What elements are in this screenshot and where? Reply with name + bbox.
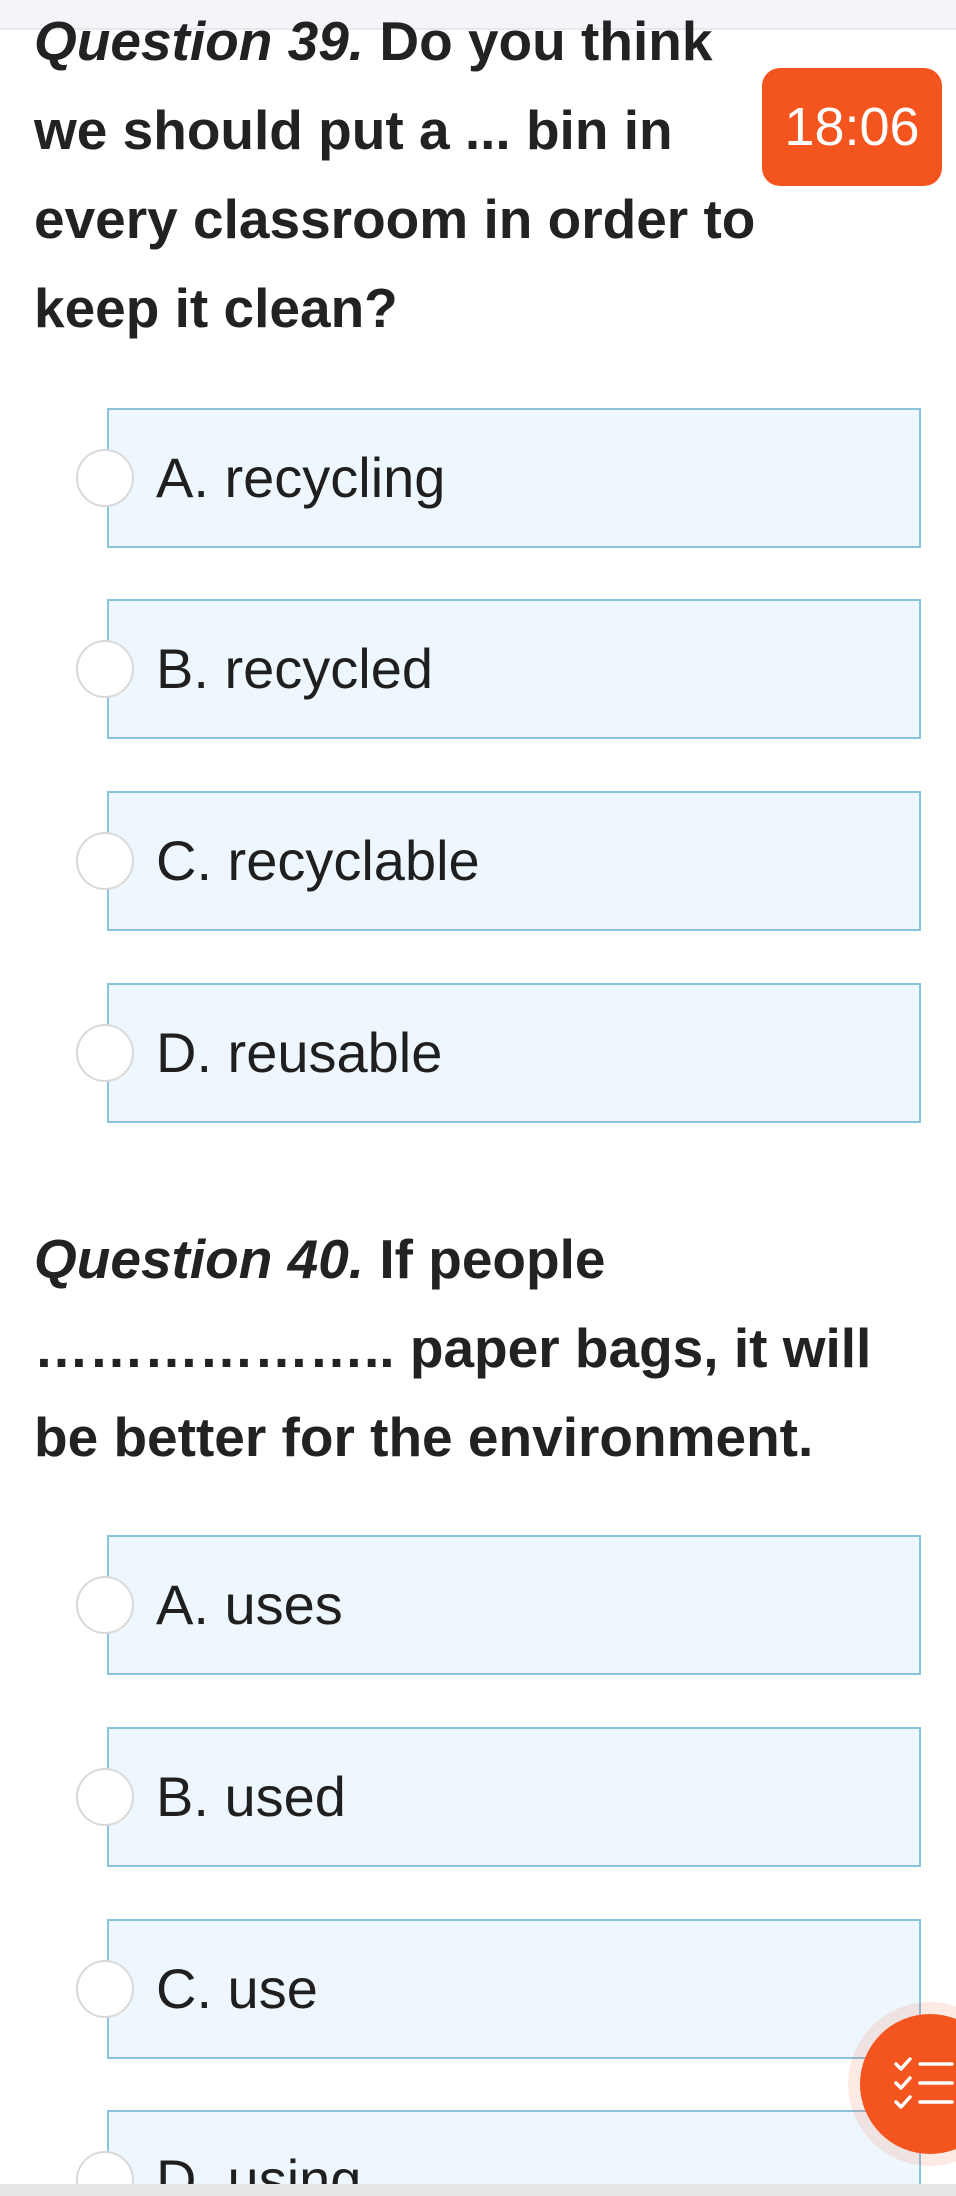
q40-option-a-radio-icon[interactable]	[76, 1576, 134, 1634]
q39-option-c-label: C. recyclable	[156, 829, 480, 892]
question-39-text: Question 39. Do you think we should put …	[34, 0, 764, 353]
quiz-page: Question 39. Do you think we should put …	[0, 0, 956, 2196]
question-40-label: Question 40.	[34, 1228, 365, 1290]
q40-option-a-label: A. uses	[156, 1573, 343, 1636]
q39-option-b-label: B. recycled	[156, 637, 433, 700]
question-40-text: Question 40. If people ……………….. paper ba…	[34, 1215, 914, 1482]
bottom-bar	[0, 2184, 956, 2196]
q40-option-c-label: C. use	[156, 1957, 318, 2020]
q39-option-a-label: A. recycling	[156, 446, 446, 509]
q39-option-d-label: D. reusable	[156, 1021, 443, 1084]
q39-option-c-radio-icon[interactable]	[76, 832, 134, 890]
q40-option-b-label: B. used	[156, 1765, 346, 1828]
q40-option-b-radio-icon[interactable]	[76, 1768, 134, 1826]
q39-option-b-radio-icon[interactable]	[76, 640, 134, 698]
question-39-label: Question 39.	[34, 10, 365, 72]
countdown-timer: 18:06	[762, 68, 942, 186]
q39-option-d-radio-icon[interactable]	[76, 1024, 134, 1082]
q39-option-a-radio-icon[interactable]	[76, 449, 134, 507]
checklist-icon	[894, 2057, 954, 2109]
q40-option-c-radio-icon[interactable]	[76, 1960, 134, 2018]
